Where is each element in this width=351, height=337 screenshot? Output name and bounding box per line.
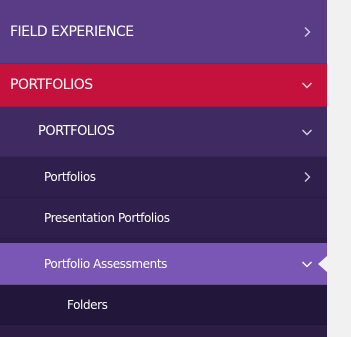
chevron-down-icon: [301, 258, 313, 270]
chevron-down-icon: [301, 126, 313, 138]
chevron-down-icon: [301, 79, 313, 91]
nav-item-folders[interactable]: Folders: [0, 285, 327, 325]
nav-item-portfolio-assessments-label: Portfolio Assessments: [44, 256, 168, 271]
nav-portfolios-subsection-label: PORTFOLIOS: [38, 124, 115, 139]
nav-item-folders-label: Folders: [67, 297, 108, 312]
nav-field-experience-label: FIELD EXPERIENCE: [10, 23, 134, 40]
nav-item-portfolios[interactable]: Portfolios: [0, 157, 327, 198]
nav-item-portfolios-label: Portfolios: [44, 170, 96, 184]
nav-field-experience[interactable]: FIELD EXPERIENCE: [0, 0, 327, 64]
chevron-right-icon: [301, 26, 313, 38]
sidebar-nav: FIELD EXPERIENCE PORTFOLIOS PORTFOLIOS P…: [0, 0, 327, 337]
nav-item-presentation-portfolios-label: Presentation Portfolios: [44, 211, 170, 225]
chevron-right-icon: [301, 171, 313, 183]
nav-item-presentation-portfolios[interactable]: Presentation Portfolios: [0, 198, 327, 239]
nav-portfolios-section[interactable]: PORTFOLIOS: [0, 64, 327, 107]
nav-portfolios-section-label: PORTFOLIOS: [10, 77, 93, 93]
nav-item-portfolio-assessments[interactable]: Portfolio Assessments: [0, 243, 327, 285]
nav-portfolios-subsection[interactable]: PORTFOLIOS: [0, 107, 327, 157]
active-item-pointer-icon: [318, 256, 327, 272]
